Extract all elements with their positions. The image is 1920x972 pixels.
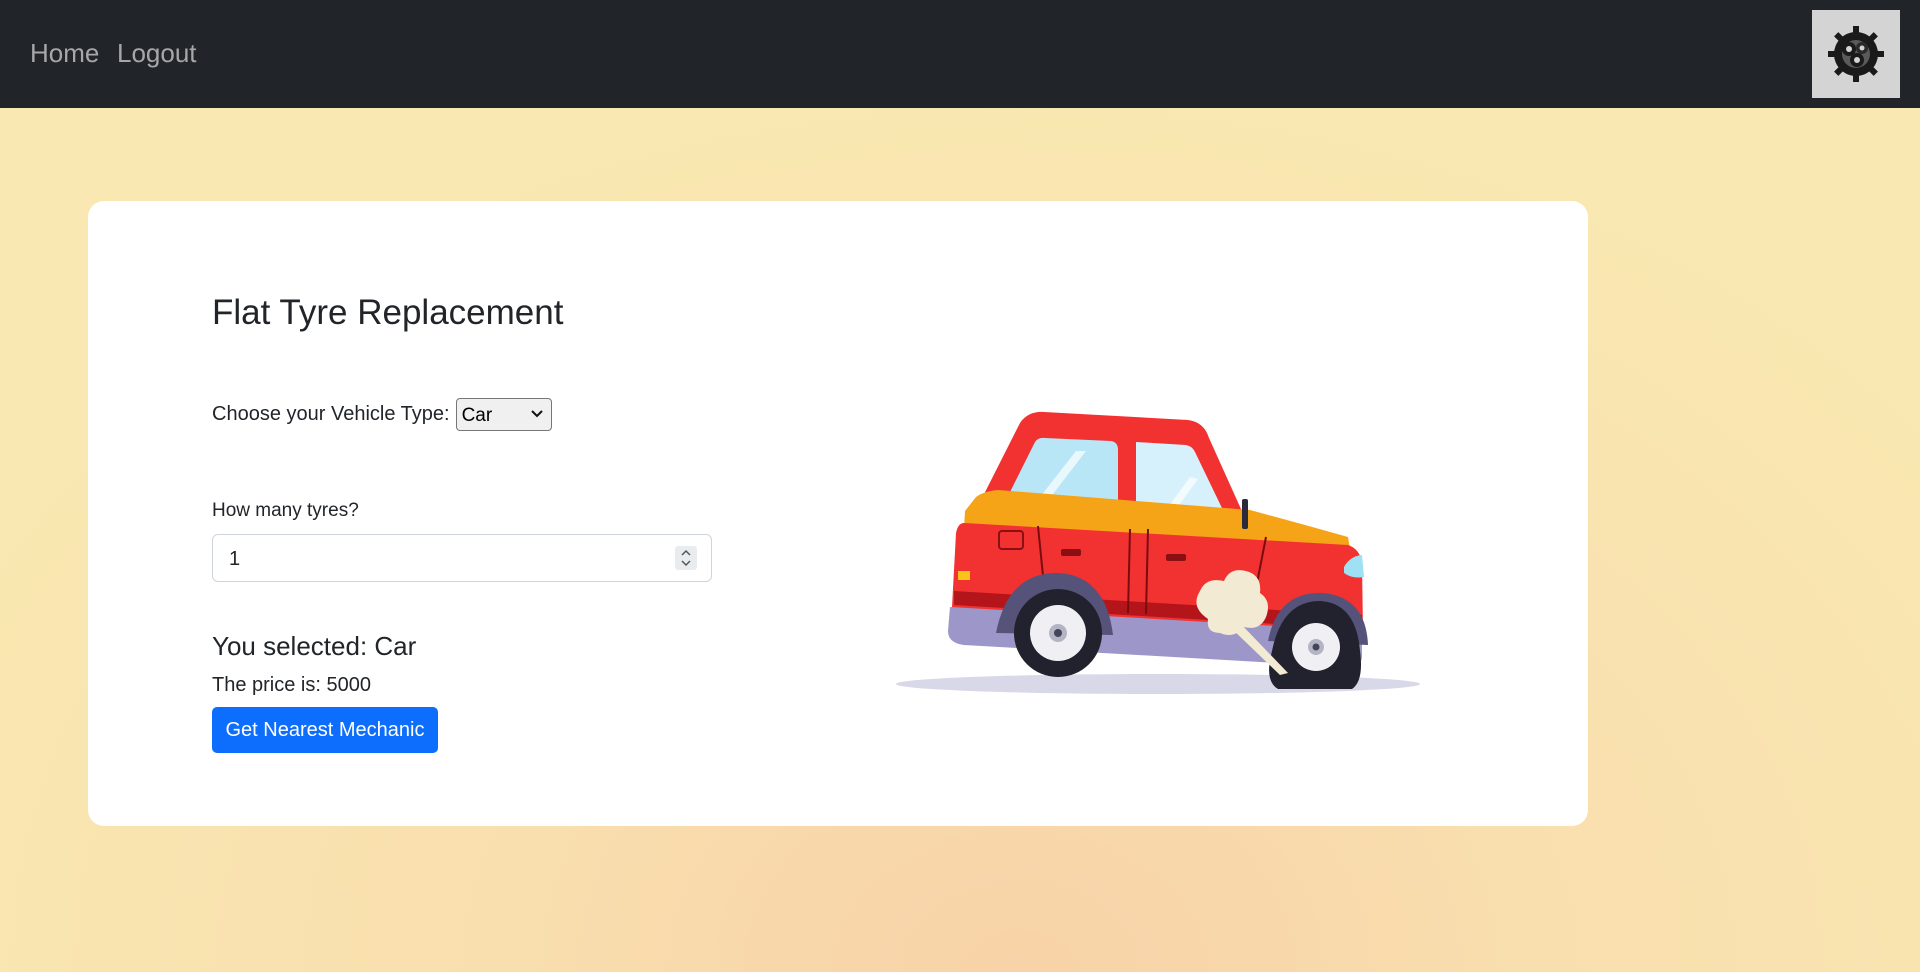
service-card: Flat Tyre Replacement Choose your Vehicl… bbox=[88, 201, 1588, 826]
vehicle-type-selected-value: Car bbox=[461, 405, 493, 426]
tyres-count-input[interactable]: 1 bbox=[212, 534, 712, 582]
nav-home-link[interactable]: Home bbox=[30, 38, 99, 69]
get-nearest-mechanic-button[interactable]: Get Nearest Mechanic bbox=[212, 707, 438, 753]
stepper-arrows-icon bbox=[681, 549, 691, 567]
vehicle-type-label: Choose your Vehicle Type: bbox=[212, 403, 450, 425]
gears-icon bbox=[1828, 26, 1884, 82]
gears-logo-icon[interactable] bbox=[1812, 10, 1900, 98]
chevron-down-icon bbox=[530, 410, 543, 418]
vehicle-type-row: Choose your Vehicle Type: Car bbox=[212, 398, 552, 431]
nav-logout-link[interactable]: Logout bbox=[117, 38, 197, 69]
tyres-count-value: 1 bbox=[229, 548, 241, 570]
tyres-count-stepper[interactable] bbox=[675, 546, 697, 570]
top-navbar: Home Logout bbox=[0, 0, 1920, 108]
page-title: Flat Tyre Replacement bbox=[212, 293, 564, 332]
vehicle-type-select[interactable]: Car bbox=[455, 398, 552, 431]
selected-vehicle-text: You selected: Car bbox=[212, 631, 417, 661]
price-text: The price is: 5000 bbox=[212, 674, 371, 696]
flat-tyre-car-illustration bbox=[896, 411, 1420, 694]
tyres-count-label: How many tyres? bbox=[212, 500, 359, 521]
